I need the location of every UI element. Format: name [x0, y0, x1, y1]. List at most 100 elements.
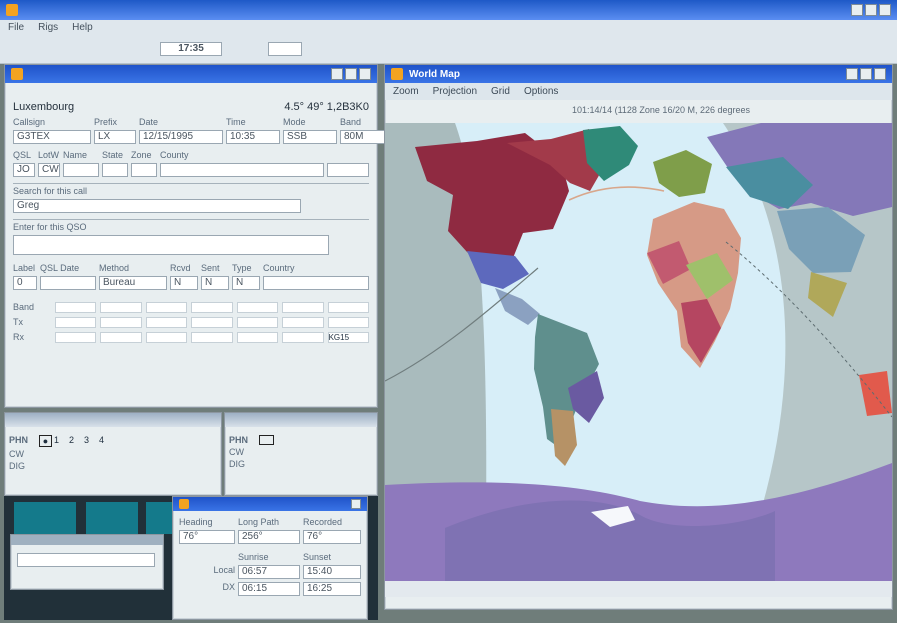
recorded-field[interactable]: 76° — [303, 530, 361, 544]
country-field[interactable] — [263, 276, 369, 290]
label-field[interactable]: 0 — [13, 276, 37, 290]
table-cell[interactable] — [282, 332, 324, 343]
task-button-3[interactable] — [146, 502, 172, 534]
table-cell[interactable] — [100, 317, 142, 328]
table-cell[interactable] — [55, 332, 97, 343]
window-controls[interactable] — [851, 4, 891, 16]
county-field[interactable] — [160, 163, 324, 177]
task-button-2[interactable] — [86, 502, 138, 534]
mini-field[interactable] — [17, 553, 155, 567]
qsl-date-field[interactable] — [40, 276, 96, 290]
map-menu-grid[interactable]: Grid — [491, 86, 510, 97]
table-cell[interactable] — [145, 332, 188, 343]
table-cell[interactable] — [236, 302, 279, 313]
band-row-label: PHN — [9, 435, 29, 445]
prefix-field[interactable]: LX — [94, 130, 136, 144]
dx-sunset-field[interactable]: 16:25 — [303, 582, 361, 596]
table-cell[interactable] — [327, 317, 369, 328]
table-cell[interactable]: KG15 — [327, 332, 369, 343]
qso-window: Luxembourg 4.5° 49° 1,2B3K0 Callsign Pre… — [4, 64, 390, 408]
outer-menu: File Rigs Help — [0, 20, 897, 34]
task-button-1[interactable] — [14, 502, 76, 534]
app-titlebar — [0, 0, 897, 20]
sent-field[interactable]: N — [201, 276, 229, 290]
band-status-right: PHN CW DIG — [224, 412, 378, 496]
table-cell[interactable] — [55, 317, 97, 328]
band-status-left: PHN ● 1 2 3 4 CW DIG — [4, 412, 222, 496]
location-name: Luxembourg — [13, 101, 75, 113]
outer-toolbar: 17:35 — [0, 34, 897, 64]
state-field[interactable] — [102, 163, 128, 177]
table-cell[interactable] — [191, 302, 233, 313]
name-field[interactable] — [63, 163, 99, 177]
longpath-field[interactable]: 256° — [238, 530, 300, 544]
qso-window-titlebar — [5, 65, 377, 83]
table-cell[interactable] — [55, 302, 97, 313]
bearing-close[interactable] — [351, 499, 361, 509]
world-map[interactable] — [385, 123, 892, 597]
qso-window-controls[interactable] — [331, 68, 371, 80]
table-cell[interactable] — [282, 302, 324, 313]
bearing-dialog: Heading Long Path Recorded 76° 256° 76° … — [172, 496, 368, 620]
location-coords: 4.5° 49° 1,2B3K0 — [284, 101, 369, 113]
call-comment-field[interactable]: Greg — [13, 199, 301, 213]
table-cell[interactable] — [191, 332, 233, 343]
table-cell[interactable] — [145, 302, 188, 313]
mini-window — [10, 534, 164, 590]
time-field[interactable]: 17:35 — [160, 42, 222, 56]
menu-help[interactable]: Help — [72, 22, 93, 33]
qso-section-label: Enter for this QSO — [13, 219, 369, 232]
grid-field[interactable] — [327, 163, 369, 177]
lotw-field[interactable]: CW — [38, 163, 60, 177]
qsl-fields: Label QSL Date Method Rcvd Sent Type Cou… — [5, 255, 377, 292]
propagation-table: Band Tx Rx KG15 — [5, 292, 377, 343]
map-menu-projection[interactable]: Projection — [433, 86, 477, 97]
table-cell[interactable] — [236, 317, 279, 328]
table-cell[interactable] — [145, 317, 188, 328]
call-section-label: Search for this call — [13, 183, 369, 196]
method-field[interactable]: Bureau — [99, 276, 167, 290]
mini-label — [11, 567, 163, 575]
map-menu-options[interactable]: Options — [524, 86, 558, 97]
tool-button[interactable] — [268, 42, 302, 56]
dx-sunrise-field[interactable]: 06:15 — [238, 582, 300, 596]
mode-field[interactable]: SSB — [283, 130, 337, 144]
type-field[interactable]: N — [232, 276, 260, 290]
table-cell[interactable] — [100, 302, 142, 313]
qsl-field[interactable]: JO — [13, 163, 35, 177]
map-status: 101:14/14 (1128 Zone 16/20 M, 226 degree… — [572, 105, 750, 115]
map-window: World Map Zoom Projection Grid Options 1… — [384, 64, 893, 610]
table-cell[interactable] — [100, 332, 142, 343]
band-field[interactable]: 80M — [340, 130, 390, 144]
map-icon — [391, 68, 403, 80]
table-cell[interactable] — [327, 302, 369, 313]
rcvd-field[interactable]: N — [170, 276, 198, 290]
band-status-left-titlebar — [5, 413, 221, 427]
time-qso-field[interactable]: 10:35 — [226, 130, 280, 144]
row2-fields: QSL LotW Name State Zone County JO CW — [5, 146, 377, 179]
date-field[interactable]: 12/15/1995 — [139, 130, 223, 144]
band-status-right-titlebar — [225, 413, 377, 427]
menu-rigs[interactable]: Rigs — [38, 22, 58, 33]
zone-field[interactable] — [131, 163, 157, 177]
world-map-graphic — [385, 123, 892, 597]
table-cell[interactable] — [282, 317, 324, 328]
local-sunrise-field[interactable]: 06:57 — [238, 565, 300, 579]
local-sunset-field[interactable]: 15:40 — [303, 565, 361, 579]
map-title: World Map — [409, 68, 460, 80]
main-fields: Callsign Prefix Date Time Mode Band G3TE… — [5, 113, 390, 146]
menu-file[interactable]: File — [8, 22, 24, 33]
callsign-field[interactable]: G3TEX — [13, 130, 91, 144]
map-window-controls[interactable] — [846, 68, 886, 80]
table-cell[interactable] — [236, 332, 279, 343]
bearing-icon — [179, 499, 189, 509]
bearing-dialog-titlebar — [173, 497, 367, 511]
map-window-titlebar: World Map — [385, 65, 892, 83]
map-menu-zoom[interactable]: Zoom — [393, 86, 419, 97]
app-icon — [6, 4, 18, 16]
qso-comment-field[interactable] — [13, 235, 329, 255]
heading-field[interactable]: 76° — [179, 530, 235, 544]
qso-menu — [5, 83, 377, 101]
table-cell[interactable] — [191, 317, 233, 328]
map-menu: Zoom Projection Grid Options — [385, 83, 892, 100]
